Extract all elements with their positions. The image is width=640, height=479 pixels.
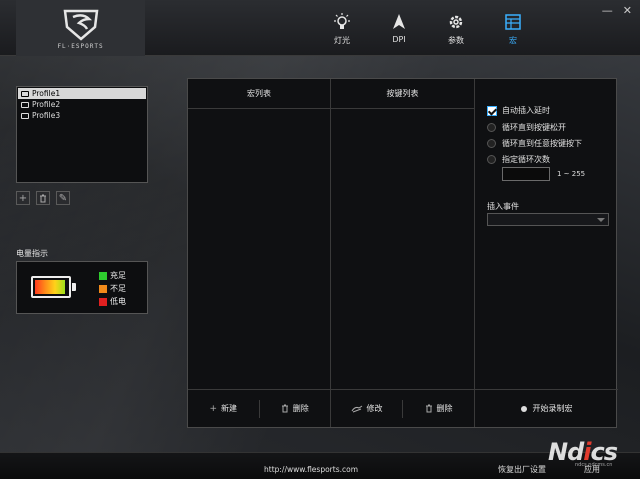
loop-until-any-key-option[interactable]: 循环直到任意按键按下	[487, 138, 582, 149]
folder-icon	[21, 90, 29, 97]
legend-swatch	[99, 271, 107, 280]
insert-event-label: 插入事件	[487, 202, 519, 211]
gear-icon	[436, 12, 476, 32]
edit-profile-button[interactable]: ✎	[56, 191, 70, 205]
snake-logo-icon	[63, 9, 98, 41]
nav-macro[interactable]: 宏	[493, 12, 533, 46]
trash-icon	[40, 194, 46, 202]
profile-item[interactable]: Profile2	[18, 99, 146, 110]
nav-dpi[interactable]: DPI	[379, 12, 419, 44]
macro-list-header: 宏列表	[188, 79, 330, 109]
profile-label: Profile3	[32, 111, 61, 120]
auto-delay-checkbox[interactable]	[487, 105, 497, 116]
key-list-column: 按键列表 修改 删除	[331, 79, 475, 427]
battery-icon	[31, 276, 71, 298]
macro-list-column: 宏列表 + 新建 删除	[188, 79, 331, 427]
factory-reset-button[interactable]: 恢复出厂设置	[498, 464, 546, 475]
key-list-header: 按键列表	[331, 79, 474, 109]
macro-options-column: 自动插入延时 循环直到按键松开 循环直到任意按键按下 指定循环次数 1 ~ 25…	[475, 79, 618, 427]
profile-item[interactable]: Profile1	[18, 88, 146, 99]
top-bar: FL·ESPORTS 灯光 DPI 参数 宏 — ✕	[0, 0, 640, 56]
key-list-footer: 修改 删除	[331, 389, 474, 427]
add-profile-button[interactable]: +	[16, 191, 30, 205]
close-button[interactable]: ✕	[623, 4, 632, 17]
legend-swatch	[99, 284, 107, 293]
legend-label: 不足	[110, 284, 126, 293]
legend-item: 低电	[99, 295, 126, 308]
new-macro-label: 新建	[221, 404, 238, 413]
loop-until-release-label: 循环直到按键松开	[502, 123, 566, 132]
loop-until-release-radio[interactable]	[487, 123, 496, 132]
folder-icon	[21, 101, 29, 108]
nav-parameters[interactable]: 参数	[436, 12, 476, 46]
delete-macro-label: 删除	[292, 404, 309, 413]
bottom-bar: http://www.flesports.com 恢复出厂设置 应用	[0, 452, 640, 479]
window-controls: — ✕	[602, 4, 632, 17]
legend-label: 充足	[110, 271, 126, 280]
nav-dpi-label: DPI	[392, 35, 406, 44]
modify-key-button[interactable]: 修改	[331, 403, 402, 414]
legend-swatch	[99, 297, 107, 306]
loop-count-label: 指定循环次数	[502, 155, 550, 164]
light-bulb-icon	[322, 12, 362, 32]
delete-key-button[interactable]: 删除	[403, 403, 474, 414]
profile-item[interactable]: Profile3	[18, 110, 146, 121]
record-dot-icon	[520, 405, 527, 412]
insert-event-select[interactable]	[487, 213, 609, 226]
brand-logo-text: FL·ESPORTS	[57, 42, 104, 50]
nav-lighting[interactable]: 灯光	[322, 12, 362, 46]
nav-macro-label: 宏	[509, 36, 517, 45]
trash-icon	[281, 404, 288, 413]
start-record-button[interactable]: 开始录制宏	[475, 403, 618, 414]
new-macro-button[interactable]: + 新建	[188, 403, 259, 414]
auto-delay-option[interactable]: 自动插入延时	[487, 105, 550, 116]
profile-toolbar: + ✎	[16, 191, 70, 205]
loop-count-radio[interactable]	[487, 155, 496, 164]
legend-item: 不足	[99, 282, 126, 295]
cursor-arrow-icon	[379, 12, 419, 32]
edit-icon	[351, 405, 362, 412]
start-record-label: 开始录制宏	[532, 404, 573, 413]
modify-key-label: 修改	[366, 404, 383, 413]
macro-list-footer: + 新建 删除	[188, 389, 330, 427]
pencil-icon: ✎	[58, 192, 68, 204]
battery-tip	[72, 283, 76, 291]
trash-icon	[425, 404, 432, 413]
chevron-down-icon	[597, 218, 605, 222]
battery-label: 电量指示	[16, 249, 48, 258]
macro-grid-icon	[493, 12, 533, 32]
loop-count-input[interactable]	[502, 167, 550, 181]
plus-icon: +	[209, 403, 218, 414]
nav-parameters-label: 参数	[448, 36, 464, 45]
website-link[interactable]: http://www.flesports.com	[264, 465, 358, 474]
plus-icon: +	[18, 192, 28, 204]
delete-key-label: 删除	[436, 404, 453, 413]
battery-fill	[35, 280, 66, 294]
loop-until-any-key-radio[interactable]	[487, 139, 496, 148]
loop-count-option[interactable]: 指定循环次数	[487, 154, 550, 165]
nav-lighting-label: 灯光	[334, 36, 350, 45]
auto-delay-label: 自动插入延时	[502, 106, 550, 115]
record-footer: 开始录制宏	[475, 389, 618, 427]
profile-list: Profile1 Profile2 Profile3	[16, 86, 148, 183]
legend-label: 低电	[110, 297, 126, 306]
delete-profile-button[interactable]	[36, 191, 50, 205]
legend-item: 充足	[99, 269, 126, 282]
battery-panel: 充足 不足 低电	[16, 261, 148, 314]
minimize-button[interactable]: —	[602, 4, 613, 17]
loop-count-range: 1 ~ 255	[557, 170, 586, 178]
macro-editor-panel: 宏列表 + 新建 删除 按键列表 修改 删除 自动插入延时 循环直到按键松开 循…	[187, 78, 618, 428]
battery-legend: 充足 不足 低电	[99, 269, 126, 308]
profile-label: Profile2	[32, 100, 61, 109]
folder-icon	[21, 112, 29, 119]
loop-until-any-key-label: 循环直到任意按键按下	[502, 139, 582, 148]
delete-macro-button[interactable]: 删除	[260, 403, 331, 414]
profile-label: Profile1	[32, 89, 61, 98]
brand-logo: FL·ESPORTS	[16, 0, 145, 56]
loop-until-release-option[interactable]: 循环直到按键松开	[487, 122, 566, 133]
watermark-url: ndcs.ndcms.cn	[575, 462, 613, 468]
